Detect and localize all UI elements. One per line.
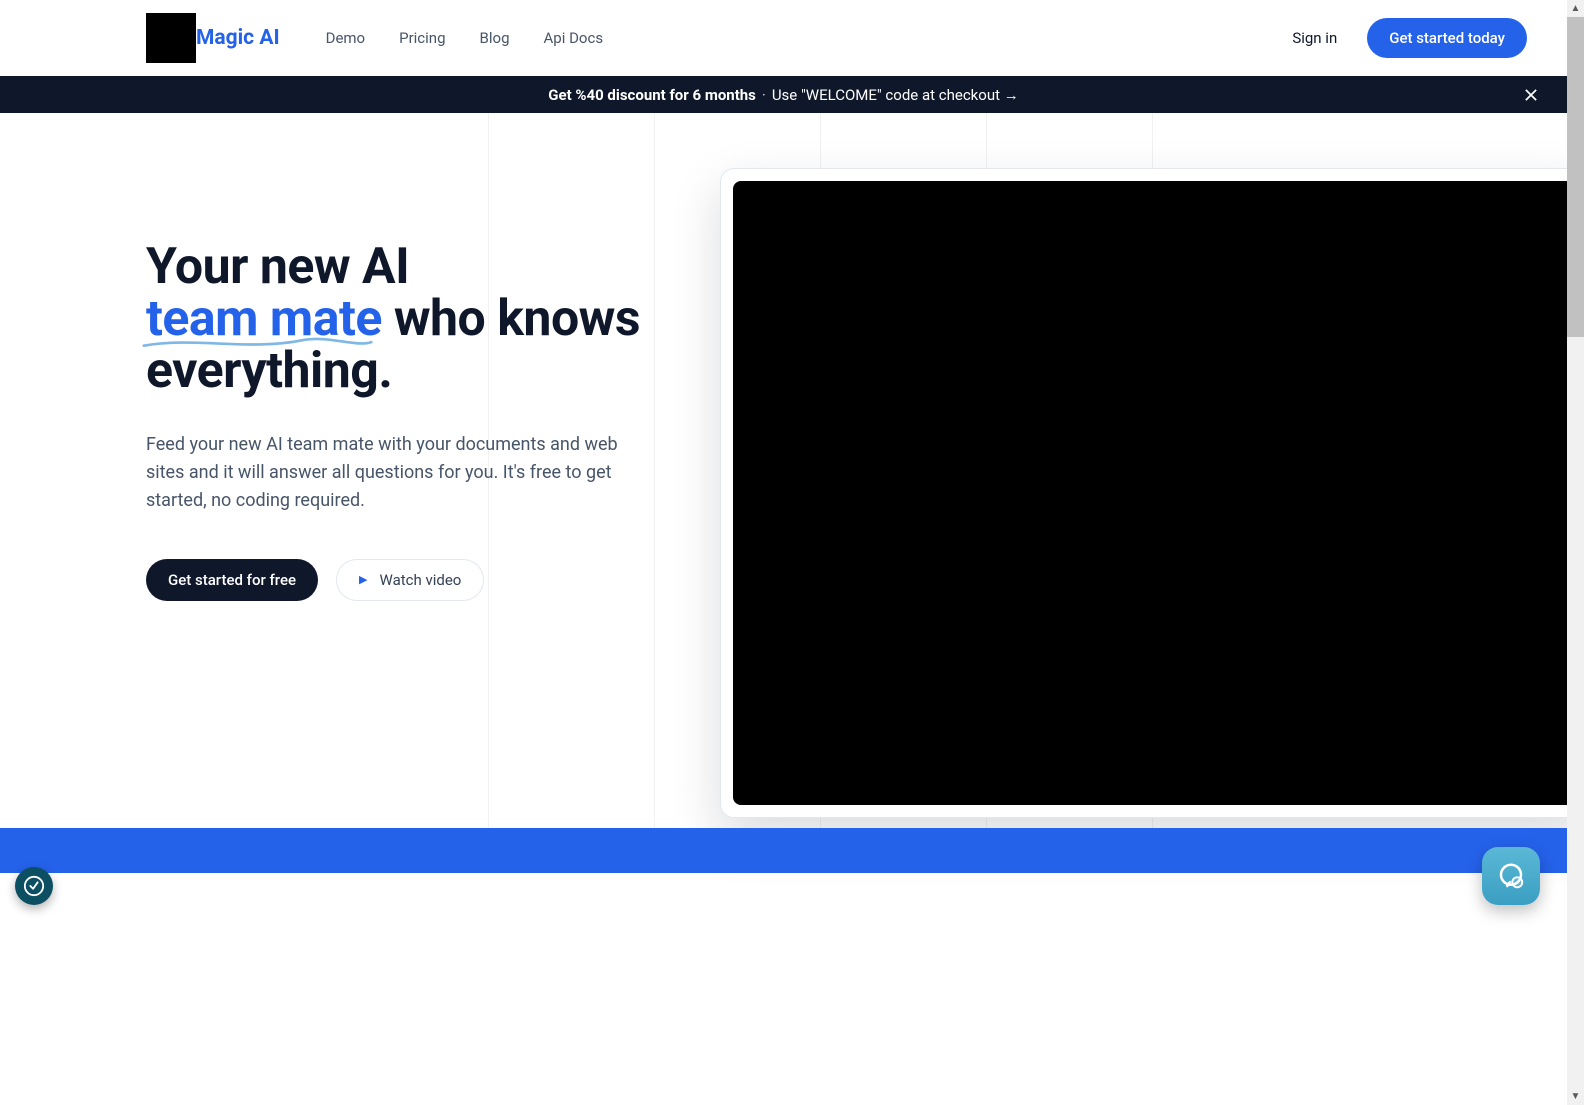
accessibility-icon [23, 875, 45, 897]
get-started-button[interactable]: Get started today [1367, 18, 1527, 58]
brand-name[interactable]: Magic AI [196, 26, 280, 50]
get-started-free-button[interactable]: Get started for free [146, 559, 318, 601]
watch-video-button[interactable]: ▶ Watch video [336, 559, 484, 601]
top-nav: Magic AI Demo Pricing Blog Api Docs Sign… [0, 0, 1567, 76]
scroll-down-arrow-icon[interactable]: ▼ [1567, 1088, 1584, 1105]
nav-item-apidocs[interactable]: Api Docs [544, 29, 604, 47]
headline-part1: Your new AI [146, 238, 409, 296]
scroll-thumb[interactable] [1567, 17, 1584, 337]
logo-icon[interactable] [146, 13, 196, 63]
hero-subtext: Feed your new AI team mate with your doc… [146, 431, 626, 515]
chat-widget-button[interactable] [1482, 847, 1540, 905]
chat-icon [1496, 861, 1526, 891]
promo-rest-text: Use "WELCOME" code at checkout → [772, 86, 1019, 104]
promo-banner[interactable]: Get %40 discount for 6 months · Use "WEL… [0, 76, 1567, 113]
nav-links: Demo Pricing Blog Api Docs [326, 29, 603, 47]
play-icon: ▶ [359, 573, 367, 586]
nav-item-demo[interactable]: Demo [326, 29, 366, 47]
sign-in-link[interactable]: Sign in [1292, 29, 1337, 47]
underline-scribble-icon [142, 335, 373, 351]
footer-strip [0, 828, 1567, 873]
hero-section: Your new AI team mate who knows everythi… [0, 113, 1567, 873]
nav-item-blog[interactable]: Blog [480, 29, 510, 47]
scroll-track[interactable] [1567, 17, 1584, 1088]
vertical-scrollbar[interactable]: ▲ ▼ [1567, 0, 1584, 1105]
promo-bold-text: Get %40 discount for 6 months [548, 86, 756, 104]
video-preview-card[interactable] [720, 168, 1584, 818]
close-icon[interactable] [1521, 85, 1541, 105]
promo-separator: · [762, 86, 766, 104]
watch-video-label: Watch video [380, 571, 462, 589]
scroll-up-arrow-icon[interactable]: ▲ [1567, 0, 1584, 17]
accessibility-widget-button[interactable] [15, 867, 53, 905]
nav-item-pricing[interactable]: Pricing [399, 29, 445, 47]
headline-accent: team mate [146, 293, 382, 345]
video-placeholder [733, 181, 1577, 805]
page-title: Your new AI team mate who knows everythi… [146, 241, 666, 397]
